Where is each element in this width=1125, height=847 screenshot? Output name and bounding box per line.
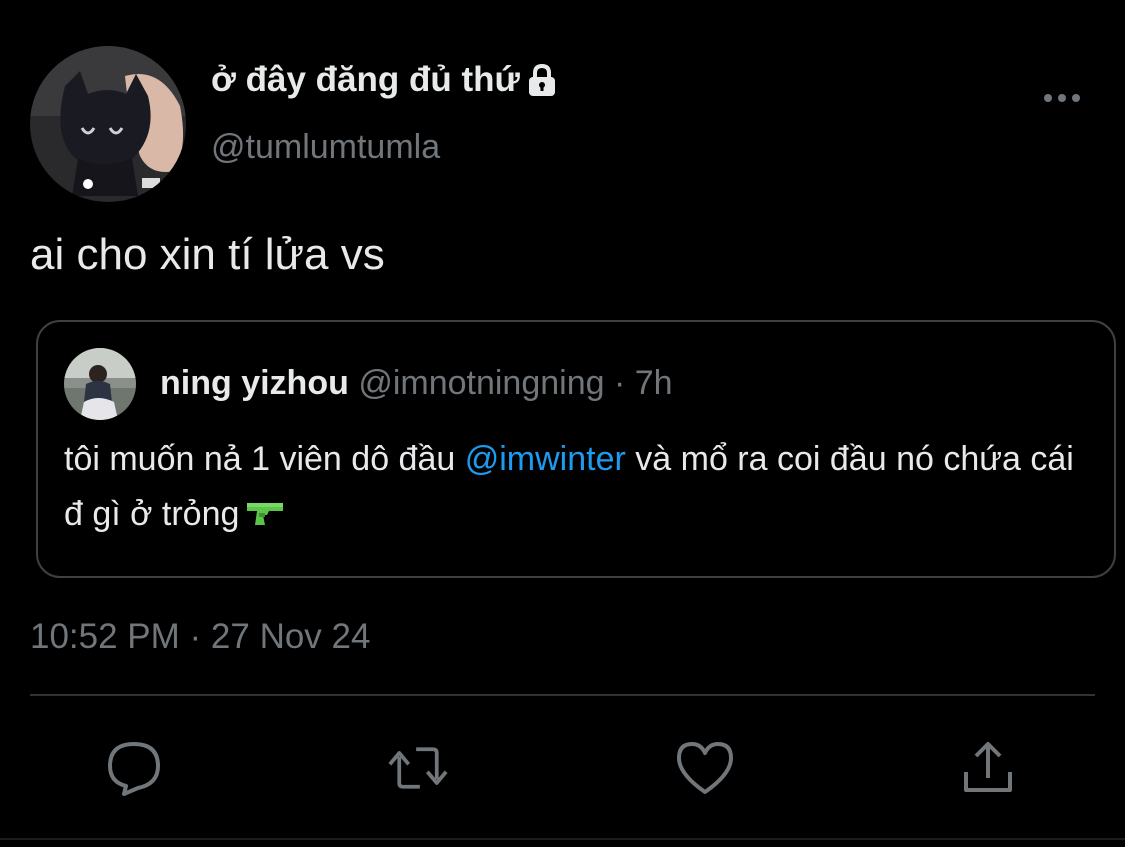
black-cat-plush-avatar	[30, 46, 186, 202]
quoted-author-avatar[interactable]	[64, 348, 136, 420]
quoted-author-name[interactable]: ning yizhou	[160, 364, 349, 402]
quoted-tweet-header: ning yizhou @imnotningning · 7h	[160, 364, 673, 403]
quoted-text-part1: tôi muốn nả 1 viên dô đầu	[64, 440, 465, 478]
quoted-tweet-time[interactable]: 7h	[635, 364, 673, 402]
author-display-name[interactable]: ở đây đăng đủ thứ	[211, 60, 560, 100]
tweet-text: ai cho xin tí lửa vs	[30, 230, 385, 279]
author-avatar[interactable]	[30, 46, 186, 202]
share-icon[interactable]	[958, 738, 1018, 798]
quoted-tweet-text: tôi muốn nả 1 viên dô đầu @imwinter và m…	[64, 432, 1084, 542]
retweet-icon[interactable]	[388, 738, 448, 798]
tweet-timestamp[interactable]: 10:52 PM · 27 Nov 24	[30, 617, 370, 657]
mention-link[interactable]: @imwinter	[465, 440, 626, 478]
more-options-icon[interactable]	[1040, 86, 1084, 110]
quoted-author-handle[interactable]: @imnotningning	[358, 364, 604, 402]
water-pistol-emoji	[247, 503, 284, 525]
quoted-tweet-card[interactable]: ning yizhou @imnotningning · 7h tôi muốn…	[36, 320, 1116, 578]
bottom-divider	[0, 838, 1125, 840]
person-photo-avatar	[64, 348, 136, 420]
heart-icon[interactable]	[675, 738, 735, 798]
author-handle[interactable]: @tumlumtumla	[211, 128, 440, 167]
divider	[30, 694, 1095, 696]
author-name-text: ở đây đăng đủ thứ	[211, 60, 520, 99]
lock-icon	[528, 63, 555, 96]
separator-dot: ·	[613, 364, 626, 402]
reply-icon[interactable]	[104, 738, 164, 798]
